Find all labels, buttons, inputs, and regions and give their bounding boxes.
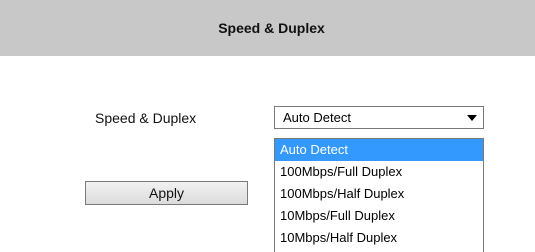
select-current-value: Auto Detect bbox=[283, 110, 351, 125]
apply-button[interactable]: Apply bbox=[85, 181, 248, 205]
section-header: Speed & Duplex bbox=[0, 0, 535, 56]
option-10mbps-full-duplex[interactable]: 10Mbps/Full Duplex bbox=[275, 205, 483, 227]
speed-duplex-label: Speed & Duplex bbox=[95, 110, 197, 126]
speed-duplex-page: Speed & Duplex Speed & Duplex Auto Detec… bbox=[0, 0, 535, 252]
page-title: Speed & Duplex bbox=[218, 20, 325, 36]
option-10mbps-half-duplex[interactable]: 10Mbps/Half Duplex bbox=[275, 227, 483, 249]
option-100mbps-full-duplex[interactable]: 100Mbps/Full Duplex bbox=[275, 161, 483, 183]
option-100mbps-half-duplex[interactable]: 100Mbps/Half Duplex bbox=[275, 183, 483, 205]
speed-duplex-dropdown-list: Auto Detect 100Mbps/Full Duplex 100Mbps/… bbox=[274, 138, 484, 252]
chevron-down-icon[interactable] bbox=[461, 107, 483, 128]
speed-duplex-select[interactable]: Auto Detect bbox=[274, 106, 484, 129]
option-auto-detect[interactable]: Auto Detect bbox=[275, 139, 483, 161]
